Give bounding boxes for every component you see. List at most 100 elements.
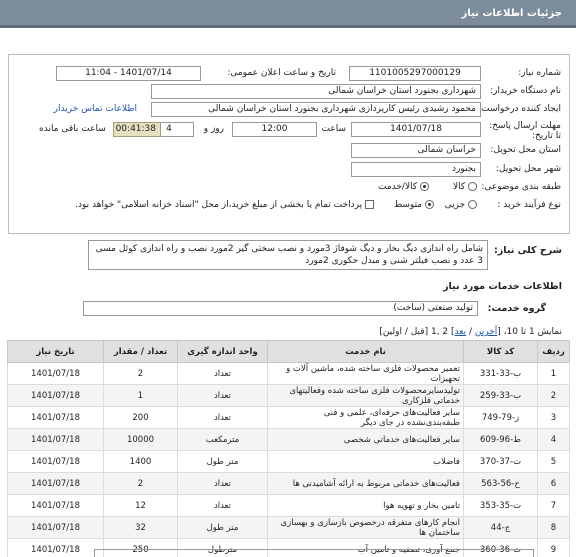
cell-service-name: فعالیت‌های خدماتی مربوط به ارائه آشامیدن… xyxy=(267,472,464,495)
announce-date-label: تاریخ و ساعت اعلان عمومی: xyxy=(227,68,336,78)
cell-code: ب-33-331 xyxy=(463,362,538,385)
category-goods-option[interactable]: کالا xyxy=(453,182,477,192)
cell-row-number: 4 xyxy=(537,428,570,451)
province-label: استان محل تحویل: xyxy=(490,145,561,155)
creator-label: ایجاد کننده درخواست: xyxy=(478,104,561,114)
table-row: 7 ت-35-353 تامین بخار و تهویه هوا تعداد 12 14… xyxy=(7,494,570,517)
services-title: اطلاعات خدمات مورد نیاز xyxy=(443,281,562,292)
cell-need-date: 1401/07/18 xyxy=(7,384,104,407)
payment-checkbox[interactable] xyxy=(365,200,374,209)
process-small-option[interactable]: جزیی xyxy=(445,200,477,210)
cell-quantity: 200 xyxy=(103,406,178,429)
table-row: 2 ب-33-259 تولیدسایرمحصولات فلزی ساخته شده… xyxy=(7,384,570,407)
cell-code: ت-35-353 xyxy=(463,494,538,517)
cell-unit: مترمکعب xyxy=(177,428,268,451)
pagination-pages: ] 2 ,1 [قبل / اولین] xyxy=(379,327,455,337)
page-header: جزئیات اطلاعات نیاز xyxy=(0,0,576,28)
city-field: بجنورد xyxy=(351,162,481,177)
cell-unit: تعداد xyxy=(177,472,268,495)
deadline-time-label: ساعت xyxy=(321,124,347,134)
cell-row-number: 7 xyxy=(537,494,570,517)
cell-row-number: 2 xyxy=(537,384,570,407)
cell-service-name: انجام کارهای متفرقه درخصوص بازسازی و بهس… xyxy=(267,516,464,539)
cell-need-date: 1401/07/18 xyxy=(7,362,104,385)
table-row: 4 ط-96-609 سایر فعالیت‌های خدماتی شخصی مترم… xyxy=(7,428,570,451)
cell-row-number: 8 xyxy=(537,516,570,539)
process-medium-radio[interactable] xyxy=(425,200,434,209)
category-service-radio[interactable] xyxy=(420,182,429,191)
page-title: جزئیات اطلاعات نیاز xyxy=(461,8,562,19)
cell-service-name: سایر فعالیت‌های حرفه‌ای، علمی و فنی طبقه… xyxy=(267,406,464,429)
cell-code: ج-44 xyxy=(463,516,538,539)
need-number-label: شماره نیاز: xyxy=(518,68,561,78)
process-label: نوع فرآیند خرید : xyxy=(497,200,561,210)
pagination-prefix: نمایش 1 تا 10، [ xyxy=(497,327,562,337)
deadline-label: مهلت ارسال پاسخ: تا تاریخ: xyxy=(489,121,561,141)
process-small-radio[interactable] xyxy=(468,200,477,209)
cell-unit: تعداد xyxy=(177,406,268,429)
cell-code: ز-79-749 xyxy=(463,406,538,429)
table-row: 6 ح-56-563 فعالیت‌های خدماتی مربوط به ارائ… xyxy=(7,472,570,495)
cell-quantity: 32 xyxy=(103,516,178,539)
services-table: ردیف کد کالا نام خدمت واحد اندازه گیری ت… xyxy=(7,340,570,557)
cell-service-name: تعمیر محصولات فلزی ساخته شده، ماشین آلات… xyxy=(267,362,464,385)
cell-need-date: 1401/07/18 xyxy=(7,472,104,495)
cell-row-number: 9 xyxy=(537,538,570,557)
pagination-last-link[interactable]: آخرین xyxy=(475,327,497,337)
category-service-option[interactable]: کالا/خدمت xyxy=(378,182,429,192)
need-details-panel: شماره نیاز: 1101005297000129 تاریخ و ساع… xyxy=(8,54,570,234)
cell-quantity: 2 xyxy=(103,362,178,385)
cell-need-date: 1401/07/18 xyxy=(7,516,104,539)
deadline-time-field: 12:00 xyxy=(232,122,317,137)
cell-row-number: 5 xyxy=(537,450,570,473)
cell-code: ح-56-563 xyxy=(463,472,538,495)
service-group-label: گروه خدمت: xyxy=(487,303,546,314)
footer-box xyxy=(94,549,534,557)
announce-date-field: 1401/07/14 - 11:04 xyxy=(56,66,201,81)
service-group-field: تولید صنعتی (ساخت) xyxy=(83,301,478,316)
process-medium-option[interactable]: متوسط xyxy=(394,200,434,210)
cell-service-name: تولیدسایرمحصولات فلزی ساخته شده وفعالیته… xyxy=(267,384,464,407)
description-field: شامل راه اندازی دیگ بخار و دیگ شوفاژ 3مو… xyxy=(88,240,488,270)
col-header-code: کد کالا xyxy=(463,340,538,363)
pagination-separator: / xyxy=(466,327,475,337)
col-header-quantity: تعداد / مقدار xyxy=(103,340,178,363)
payment-option[interactable]: پرداخت تمام یا بخشی از مبلغ خرید،از محل … xyxy=(75,200,374,210)
buyer-org-field: شهرداری بجنورد استان خراسان شمالی xyxy=(151,84,481,99)
category-goods-radio[interactable] xyxy=(468,182,477,191)
cell-unit: تعداد xyxy=(177,362,268,385)
cell-need-date: 1401/07/18 xyxy=(7,450,104,473)
table-row: 8 ج-44 انجام کارهای متفرقه درخصوص بازسازی … xyxy=(7,516,570,539)
cell-need-date: 1401/07/18 xyxy=(7,406,104,429)
cell-quantity: 2 xyxy=(103,472,178,495)
col-header-need-date: تاریخ نیاز xyxy=(7,340,104,363)
category-goods-label: کالا xyxy=(452,182,466,192)
remaining-time-field: 00:41:38 xyxy=(113,122,161,137)
pagination-next-link[interactable]: بعد xyxy=(455,327,467,337)
cell-service-name: فاضلاب xyxy=(267,450,464,473)
city-label: شهر محل تحویل: xyxy=(495,164,561,174)
cell-quantity: 10000 xyxy=(103,428,178,451)
cell-unit: متر طول xyxy=(177,516,268,539)
description-label: شرح کلی نیاز: xyxy=(493,245,562,256)
category-service-label: کالا/خدمت xyxy=(377,182,418,192)
cell-need-date: 1401/07/18 xyxy=(7,538,104,557)
cell-quantity: 1 xyxy=(103,384,178,407)
col-header-row-number: ردیف xyxy=(537,340,570,363)
payment-note: پرداخت تمام یا بخشی از مبلغ خرید،از محل … xyxy=(75,200,363,210)
days-label: روز و xyxy=(203,124,224,134)
col-header-service-name: نام خدمت xyxy=(267,340,464,363)
table-header-row: ردیف کد کالا نام خدمت واحد اندازه گیری ت… xyxy=(7,340,570,363)
cell-code: ب-33-259 xyxy=(463,384,538,407)
cell-unit: متر طول xyxy=(177,450,268,473)
cell-unit: تعداد xyxy=(177,494,268,517)
cell-row-number: 6 xyxy=(537,472,570,495)
table-row: 1 ب-33-331 تعمیر محصولات فلزی ساخته شده، م… xyxy=(7,362,570,385)
province-field: خراسان شمالی xyxy=(351,143,481,158)
cell-quantity: 1400 xyxy=(103,450,178,473)
pagination: نمایش 1 تا 10، [آخرین / بعد] 2 ,1 [قبل /… xyxy=(379,327,562,337)
cell-need-date: 1401/07/18 xyxy=(7,494,104,517)
process-small-label: جزیی xyxy=(444,200,466,210)
buyer-contact-link[interactable]: اطلاعات تماس خریدار xyxy=(54,104,137,114)
cell-quantity: 12 xyxy=(103,494,178,517)
